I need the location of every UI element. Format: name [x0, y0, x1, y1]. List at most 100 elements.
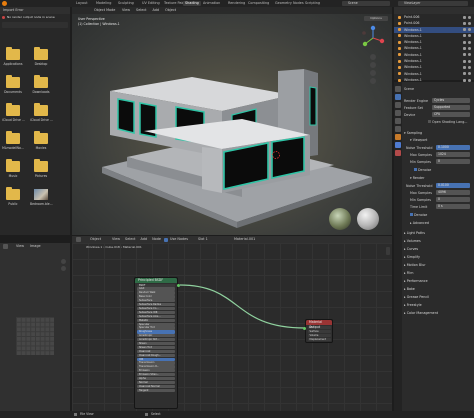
folder-icon[interactable] [6, 103, 20, 116]
bsdf-input-row[interactable]: Sheen [137, 341, 175, 346]
advanced-subsection[interactable]: ▸ Advanced [410, 221, 429, 225]
folder-icon[interactable] [6, 131, 20, 144]
material-dropdown[interactable]: Material.001 [234, 236, 255, 243]
bsdf-input-row[interactable]: Subsurface Anis... [137, 314, 175, 319]
visibility-eye-icon[interactable] [468, 59, 471, 63]
folder-icon[interactable] [34, 131, 48, 144]
min-samples-r-field[interactable]: 0 [436, 197, 470, 202]
world-tab-icon[interactable] [395, 126, 401, 132]
tab-geometry-nodes[interactable]: Geometry Nodes [273, 1, 306, 6]
visibility-eye-icon[interactable] [468, 34, 471, 38]
bsdf-input-row[interactable]: IOR [137, 357, 175, 361]
section-motion-blur[interactable]: ▸ Motion Blur [404, 263, 426, 267]
tab-modeling[interactable]: Modeling [94, 1, 113, 6]
render-camera-icon[interactable] [463, 65, 466, 69]
section-freestyle[interactable]: ▸ Freestyle [404, 303, 422, 307]
tab-animation[interactable]: Animation [201, 1, 222, 6]
bsdf-input-row[interactable]: Clearcoat [137, 349, 175, 354]
device-dropdown[interactable]: CPU [432, 112, 470, 117]
tab-scripting[interactable]: Scripting [303, 1, 322, 6]
surface-input-socket[interactable] [303, 326, 306, 330]
shader-node-editor[interactable]: Windows.1 › Cube.018 › Material.001 Prin… [72, 243, 392, 411]
material-tab-icon[interactable] [395, 150, 401, 156]
osl-checkbox[interactable]: Open Shading Lang... [428, 120, 467, 124]
bsdf-input-row[interactable]: Subsurface IOR [137, 310, 175, 315]
folder-icon[interactable] [34, 103, 48, 116]
visibility-eye-icon[interactable] [468, 40, 471, 44]
render-camera-icon[interactable] [463, 59, 466, 63]
blender-logo-icon[interactable] [2, 1, 7, 6]
viewport-subsection[interactable]: ▾ Viewport [410, 138, 427, 142]
bsdf-input-row[interactable]: Transmission R... [137, 365, 175, 369]
render-engine-dropdown[interactable]: Cycles [432, 98, 470, 103]
render-camera-icon[interactable] [463, 15, 466, 19]
render-camera-icon[interactable] [463, 28, 466, 32]
tab-compositing[interactable]: Compositing [246, 1, 271, 6]
folder-icon[interactable] [6, 47, 20, 60]
diffuse-preview-sphere[interactable] [357, 208, 379, 230]
hdri-preview-sphere[interactable] [329, 208, 351, 230]
uv-editor[interactable]: View Image [0, 243, 70, 411]
bsdf-output-socket[interactable] [177, 283, 180, 287]
node-menu-view[interactable]: View [112, 237, 120, 241]
use-nodes-toggle[interactable] [164, 237, 168, 242]
node-menu-add[interactable]: Add [141, 237, 148, 241]
tab-shading[interactable]: Shading [183, 1, 201, 6]
uv-menu-image[interactable]: Image [30, 243, 41, 250]
folder-icon[interactable] [34, 47, 48, 60]
section-color-management[interactable]: ▸ Color Management [404, 311, 438, 315]
max-samples-vp-field[interactable]: 1024 [436, 152, 470, 157]
section-film[interactable]: ▸ Film [404, 271, 413, 275]
scene-tab-icon[interactable] [395, 118, 401, 124]
time-limit-field[interactable]: 0 s [436, 204, 470, 209]
denoise-vp-checkbox[interactable]: Denoise [414, 168, 431, 172]
denoise-r-checkbox[interactable]: Denoise [410, 213, 427, 217]
bsdf-input-row[interactable]: Anisotropic Rot... [137, 338, 175, 342]
visibility-eye-icon[interactable] [468, 72, 471, 76]
tab-layout[interactable]: Layout [74, 1, 90, 6]
osl-checkbox-box[interactable] [428, 120, 431, 123]
bsdf-input-row[interactable]: Subsurface Co... [137, 306, 175, 311]
tab-uv-editing[interactable]: UV Editing [140, 1, 162, 6]
folder-icon[interactable] [34, 75, 48, 88]
modifier-tab-icon[interactable] [395, 142, 401, 148]
feature-set-dropdown[interactable]: Supported [432, 105, 470, 110]
render-camera-icon[interactable] [463, 40, 466, 44]
view-layer-tab-icon[interactable] [395, 110, 401, 116]
node-menu-select[interactable]: Select [125, 237, 135, 241]
denoise-r-box[interactable] [410, 213, 413, 216]
principled-bsdf-node[interactable]: Principled BSDF BSDF GGX Random Walk Base C… [134, 277, 178, 409]
bsdf-input-row[interactable]: Specular Tint [137, 326, 175, 330]
section-light-paths[interactable]: ▸ Light Paths [404, 231, 425, 235]
node-menu-node[interactable]: Node [152, 237, 161, 241]
bsdf-input-row[interactable]: Subsurface [137, 299, 175, 303]
visibility-eye-icon[interactable] [468, 47, 471, 51]
house-model[interactable] [72, 7, 392, 235]
slot-dropdown[interactable]: Slot 1 [198, 236, 208, 243]
viewlayer-field[interactable]: ViewLayer [398, 1, 468, 6]
pan-hand-icon[interactable] [61, 266, 66, 271]
bsdf-input-row[interactable]: Transmission [137, 361, 175, 365]
section-grease-pencil[interactable]: ▸ Grease Pencil [404, 295, 429, 299]
node-editor-type-icon[interactable] [76, 237, 81, 242]
section-performance[interactable]: ▸ Performance [404, 279, 428, 283]
bsdf-input-row[interactable]: Base Color [137, 295, 175, 299]
bsdf-input-row[interactable]: Clearcoat Normal [137, 384, 175, 389]
bsdf-input-row[interactable]: Anisotropic [137, 334, 175, 338]
render-tab-icon[interactable] [395, 94, 401, 100]
viewport-3d[interactable]: Object Mode View Select Add Object User Per… [72, 7, 392, 235]
bsdf-input-row[interactable]: BSDF [137, 283, 175, 287]
bsdf-input-row[interactable]: GGX [137, 287, 175, 291]
sampling-section[interactable]: ▾ Sampling [404, 131, 422, 135]
tool-tab-icon[interactable] [395, 86, 401, 92]
visibility-eye-icon[interactable] [468, 53, 471, 57]
output-node-title[interactable]: Material Output [306, 320, 332, 329]
image-thumbnail[interactable] [34, 189, 48, 200]
uv-grid[interactable] [16, 317, 54, 355]
section-curves[interactable]: ▸ Curves [404, 247, 418, 251]
bsdf-input-row[interactable]: Subsurface Radius [137, 303, 175, 307]
bsdf-input-row[interactable]: Random Walk [137, 291, 175, 295]
render-camera-icon[interactable] [463, 53, 466, 57]
section-simplify[interactable]: ▸ Simplify [404, 255, 420, 259]
visibility-eye-icon[interactable] [468, 21, 471, 25]
